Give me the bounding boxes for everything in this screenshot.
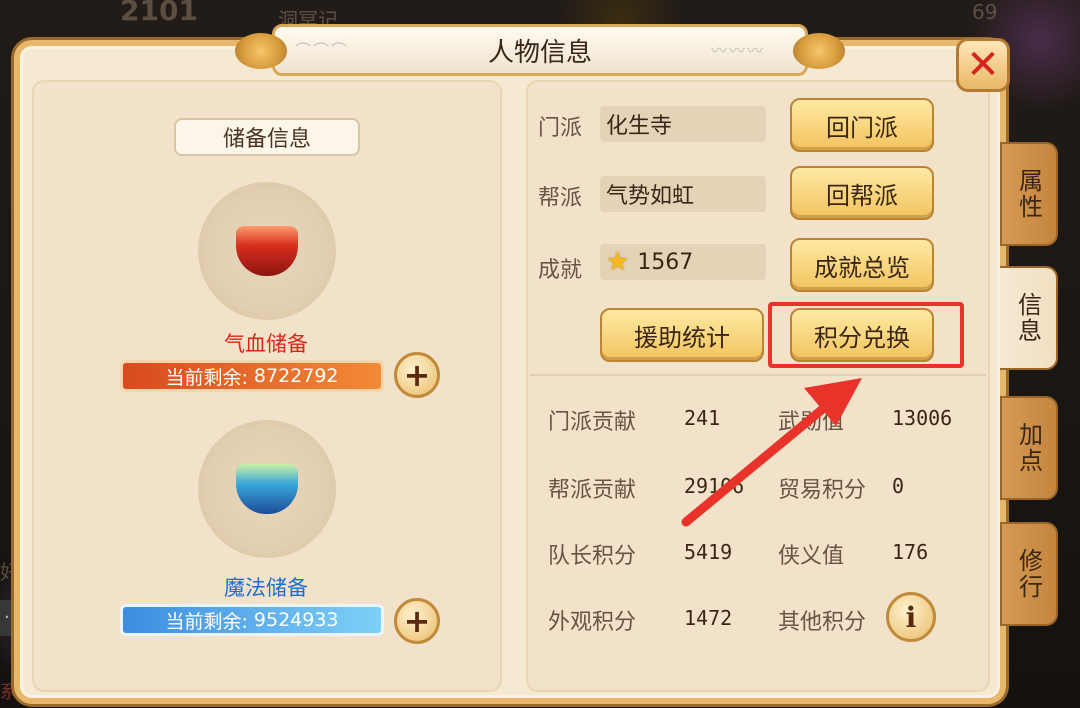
achievement-overview-button[interactable]: 成就总览 — [790, 238, 934, 292]
sect-label: 门派 — [538, 116, 583, 141]
stat-label: 外观积分 — [548, 610, 637, 635]
hp-bowl-icon — [236, 226, 298, 276]
stat-label: 武勋值 — [778, 410, 845, 435]
title-decoration-left: ⌒⌒⌒ — [295, 41, 350, 60]
mp-reserve-bar: 当前剩余: 9524933 — [120, 604, 384, 636]
hp-reserve-icon-frame — [198, 182, 336, 320]
stat-label: 其他积分 — [778, 610, 867, 635]
divider — [530, 374, 986, 376]
hp-remaining-label: 当前剩余: — [165, 366, 248, 389]
stat-label: 贸易积分 — [778, 478, 867, 503]
window-title: 人物信息 — [487, 37, 592, 68]
return-sect-button[interactable]: 回门派 — [790, 98, 934, 152]
close-icon: ✕ — [966, 42, 1000, 88]
tab-cultivation[interactable]: 修行 — [1000, 522, 1058, 626]
stat-value: 29106 — [684, 474, 745, 498]
background-number: 2101 — [120, 0, 198, 27]
achievement-value-box: ★ 1567 — [600, 244, 766, 280]
mp-remaining-label: 当前剩余: — [165, 610, 248, 633]
sect-value: 化生寺 — [600, 106, 766, 142]
mp-add-button[interactable]: + — [394, 598, 440, 644]
close-button[interactable]: ✕ — [956, 38, 1010, 92]
hp-add-button[interactable]: + — [394, 352, 440, 398]
tab-add-points[interactable]: 加点 — [1000, 396, 1058, 500]
mp-reserve-icon-frame — [198, 420, 336, 558]
hp-remaining-value: 8722792 — [253, 365, 339, 387]
window-title-plate: ⌒⌒⌒ 人物信息 〰〰〰 — [235, 24, 845, 76]
hp-reserve-label: 气血储备 — [224, 332, 308, 356]
return-guild-button[interactable]: 回帮派 — [790, 166, 934, 220]
reserve-header: 储备信息 — [174, 118, 360, 156]
hp-reserve-bar: 当前剩余: 8722792 — [120, 360, 384, 392]
stat-label: 侠义值 — [778, 544, 845, 569]
stat-value: 1472 — [684, 606, 733, 630]
guild-value: 气势如虹 — [600, 176, 766, 212]
highlight-box — [768, 302, 964, 368]
assist-stats-button[interactable]: 援助统计 — [600, 308, 764, 362]
stat-label: 门派贡献 — [548, 410, 637, 435]
stat-value: 13006 — [892, 406, 953, 430]
achievement-value: 1567 — [637, 249, 694, 275]
stat-value: 176 — [892, 540, 929, 564]
tab-attributes[interactable]: 属性 — [1000, 142, 1058, 246]
mp-bowl-icon — [236, 464, 298, 514]
achievement-label: 成就 — [538, 258, 583, 283]
title-decoration-right: 〰〰〰 — [710, 41, 765, 60]
stat-label: 队长积分 — [548, 544, 637, 569]
info-icon: i — [905, 600, 917, 634]
mp-remaining-value: 9524933 — [253, 609, 339, 631]
stat-value: 0 — [892, 474, 905, 498]
background-number-right: 69 — [972, 0, 998, 24]
stat-value: 241 — [684, 406, 721, 430]
guild-label: 帮派 — [538, 186, 583, 211]
stat-value: 5419 — [684, 540, 733, 564]
tab-info[interactable]: 信息 — [1000, 266, 1058, 370]
plus-icon: + — [403, 602, 431, 640]
info-icon-button[interactable]: i — [886, 592, 936, 642]
mp-reserve-label: 魔法储备 — [224, 576, 308, 600]
plus-icon: + — [403, 356, 431, 394]
stat-label: 帮派贡献 — [548, 478, 637, 503]
star-icon: ★ — [606, 247, 630, 277]
